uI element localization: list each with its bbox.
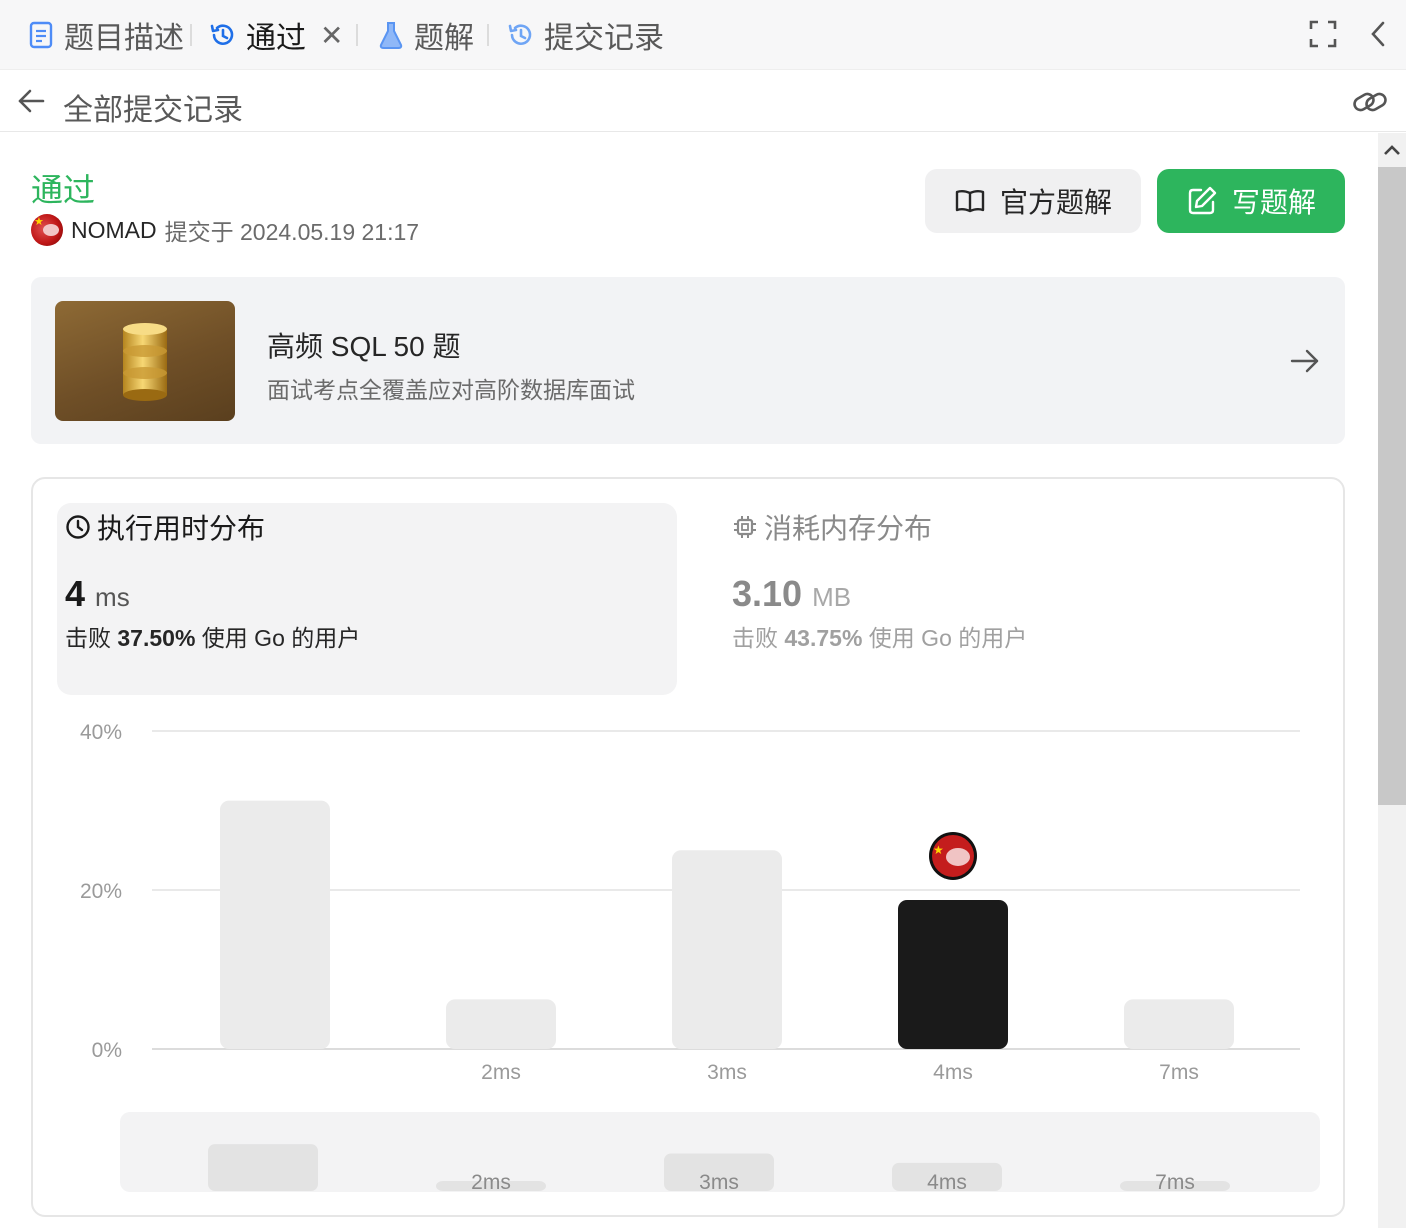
submission-time: 提交于 2024.05.19 21:17 (164, 219, 420, 245)
y-tick-label: 20% (80, 880, 122, 903)
x-tick-label: 3ms (707, 1061, 747, 1084)
overview-tick-label: 4ms (927, 1171, 967, 1194)
back-arrow-icon[interactable] (16, 86, 46, 116)
flask-icon (376, 20, 406, 50)
collapse-icon[interactable] (1366, 18, 1390, 50)
star-icon: ★ (933, 843, 944, 857)
y-tick-label: 40% (80, 721, 122, 744)
close-icon[interactable]: ✕ (320, 19, 343, 52)
submitter-info: ★ NOMAD 提交于 2024.05.19 21:17 (31, 213, 419, 247)
avatar[interactable]: ★ (31, 214, 63, 246)
bar (446, 999, 556, 1049)
x-tick-label: 2ms (481, 1061, 521, 1084)
database-icon (55, 301, 235, 421)
avatar-marker-face (946, 847, 970, 866)
history-icon (208, 20, 238, 50)
tab-divider (487, 24, 489, 46)
tab-accepted[interactable]: 通过 ✕ (208, 14, 343, 56)
scroll-up-icon[interactable] (1378, 133, 1406, 167)
bar (1124, 999, 1234, 1049)
x-tick-label: 4ms (933, 1061, 973, 1084)
book-icon (954, 185, 986, 217)
tab-label: 题目描述 (64, 22, 184, 55)
distribution-card: 执行用时分布 4 ms 击败 37.50% 使用 Go 的用户 消耗内存分布 3… (31, 477, 1345, 1217)
tab-label: 题解 (414, 22, 474, 55)
fullscreen-icon[interactable] (1308, 18, 1338, 50)
overview-tick-label: 2ms (471, 1171, 511, 1194)
overview-tick-label: 7ms (1155, 1171, 1195, 1194)
runtime-distribution-chart[interactable]: 40% 20% 0% 2ms 3ms 4ms ★ 7ms 2ms 3ms 4ms 7ms (33, 479, 1343, 1215)
study-plan-card[interactable]: 高频 SQL 50 题 面试考点全覆盖应对高阶数据库面试 (31, 277, 1345, 444)
history-icon (506, 20, 536, 50)
document-icon (26, 20, 56, 50)
username[interactable]: NOMAD (71, 217, 157, 244)
x-tick-label: 7ms (1159, 1061, 1199, 1084)
tab-divider (190, 24, 192, 46)
tab-solutions[interactable]: 题解 (376, 14, 474, 56)
arrow-right-icon[interactable] (1289, 345, 1321, 377)
bar (672, 850, 782, 1049)
tab-label: 通过 (246, 22, 306, 55)
scrollbar-thumb[interactable] (1378, 167, 1406, 805)
link-icon[interactable] (1352, 86, 1388, 118)
write-solution-button[interactable]: 写题解 (1157, 169, 1345, 233)
overview-tick-label: 3ms (699, 1171, 739, 1194)
official-solution-button[interactable]: 官方题解 (925, 169, 1141, 233)
official-solution-label: 官方题解 (999, 187, 1112, 218)
write-solution-label: 写题解 (1231, 187, 1316, 218)
bar-highlighted (898, 899, 1008, 1049)
y-tick-label: 0% (92, 1039, 122, 1062)
submission-header: 全部提交记录 (0, 70, 1406, 132)
tab-divider (356, 24, 358, 46)
study-plan-title: 高频 SQL 50 题 (267, 331, 461, 362)
page-title: 全部提交记录 (63, 94, 243, 127)
edit-icon (1186, 185, 1218, 217)
overview-bar (208, 1144, 318, 1191)
tab-submissions[interactable]: 提交记录 (506, 14, 664, 56)
study-plan-description: 面试考点全覆盖应对高阶数据库面试 (267, 377, 635, 403)
tab-label: 提交记录 (544, 22, 664, 55)
tab-bar: 题目描述 通过 ✕ 题解 提交记录 (0, 0, 1406, 70)
tab-description[interactable]: 题目描述 (26, 14, 184, 56)
submission-status: 通过 (31, 172, 96, 208)
bar (220, 800, 330, 1049)
